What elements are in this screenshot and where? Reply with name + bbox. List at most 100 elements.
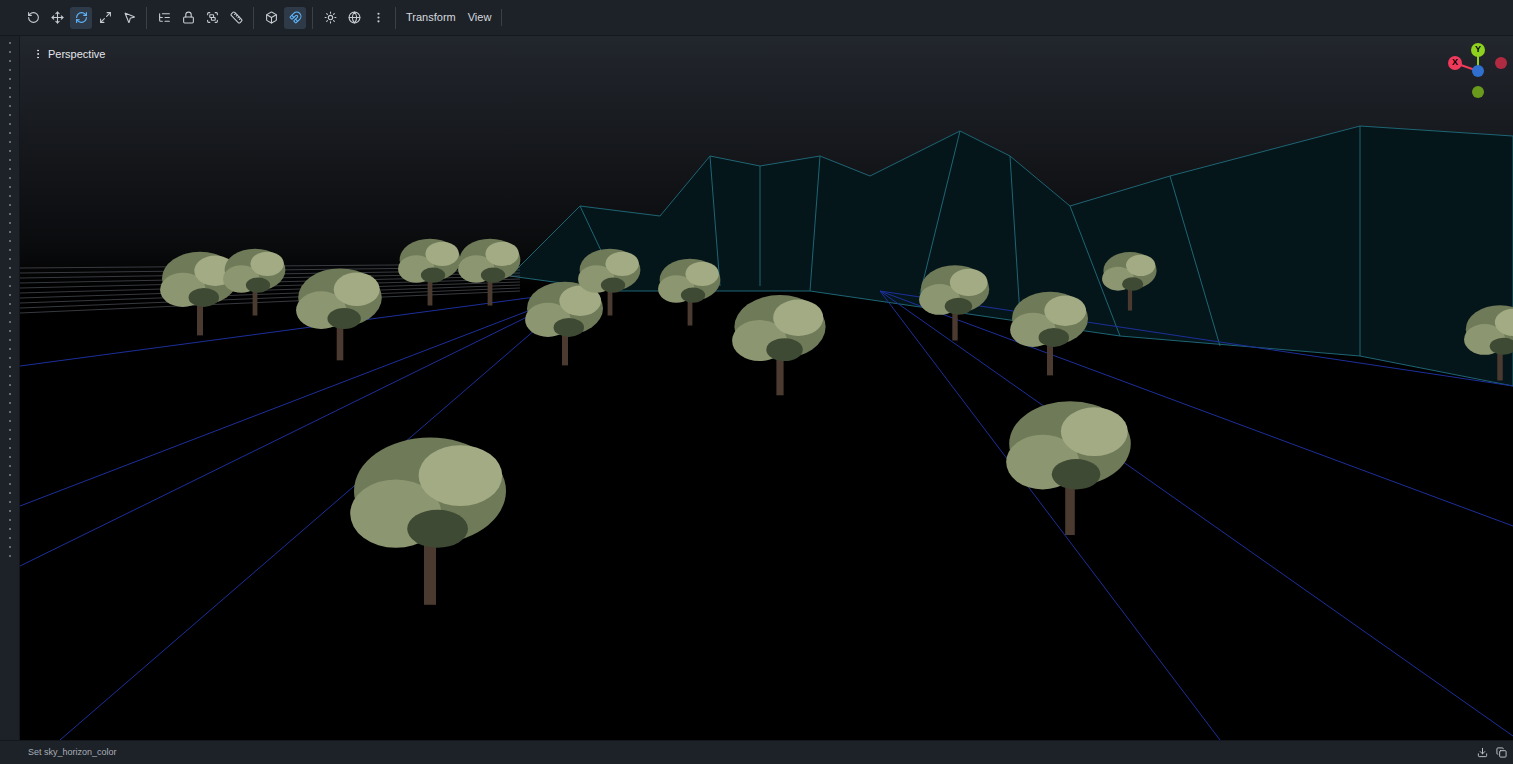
tree bbox=[1464, 305, 1513, 380]
strip-dot bbox=[9, 177, 11, 179]
strip-dot bbox=[9, 294, 11, 296]
strip-dot bbox=[9, 411, 11, 413]
strip-dot bbox=[9, 114, 11, 116]
strip-dot bbox=[9, 69, 11, 71]
strip-dot bbox=[9, 258, 11, 260]
strip-dot bbox=[9, 312, 11, 314]
tree bbox=[658, 259, 720, 326]
strip-dot bbox=[9, 87, 11, 89]
strip-dot bbox=[9, 42, 11, 44]
left-dock-strip bbox=[0, 36, 20, 740]
strip-dot bbox=[9, 60, 11, 62]
tool-icon bbox=[99, 11, 112, 24]
toolbar-group bbox=[22, 7, 147, 29]
tree bbox=[732, 295, 825, 395]
tool-button[interactable] bbox=[367, 7, 389, 29]
strip-dot bbox=[9, 339, 11, 341]
strip-dot bbox=[9, 348, 11, 350]
strip-dot bbox=[9, 186, 11, 188]
strip-dot bbox=[9, 249, 11, 251]
strip-dot bbox=[9, 438, 11, 440]
tool-button[interactable] bbox=[260, 7, 282, 29]
toolbar-group bbox=[153, 7, 254, 29]
strip-dot bbox=[9, 447, 11, 449]
toolbar-group bbox=[319, 7, 396, 29]
tool-icon bbox=[158, 11, 171, 24]
tree bbox=[1010, 292, 1088, 376]
scene-view bbox=[20, 36, 1513, 740]
tool-icon bbox=[75, 11, 88, 24]
strip-dot bbox=[9, 528, 11, 530]
strip-dot bbox=[9, 519, 11, 521]
menu-button[interactable]: Transform bbox=[402, 9, 460, 26]
strip-dot bbox=[9, 537, 11, 539]
strip-dot bbox=[9, 285, 11, 287]
tree bbox=[296, 268, 382, 360]
tree bbox=[578, 249, 640, 316]
tool-icon bbox=[206, 11, 219, 24]
strip-dot bbox=[9, 321, 11, 323]
tool-button[interactable] bbox=[177, 7, 199, 29]
menu-group: TransformView bbox=[402, 9, 502, 26]
tool-button[interactable] bbox=[94, 7, 116, 29]
strip-dot bbox=[9, 546, 11, 548]
toolbar: TransformView bbox=[0, 0, 1513, 36]
tool-button[interactable] bbox=[225, 7, 247, 29]
output-panel: Set sky_horizon_color bbox=[0, 740, 1513, 764]
strip-dot bbox=[9, 132, 11, 134]
toolbar-group bbox=[260, 7, 313, 29]
strip-dot bbox=[9, 123, 11, 125]
tool-button[interactable] bbox=[70, 7, 92, 29]
strip-dot bbox=[9, 213, 11, 215]
strip-dot bbox=[9, 456, 11, 458]
strip-dot bbox=[9, 240, 11, 242]
tree bbox=[1102, 252, 1157, 311]
strip-dot bbox=[9, 222, 11, 224]
strip-dot bbox=[9, 492, 11, 494]
tool-button[interactable] bbox=[201, 7, 223, 29]
tool-button[interactable] bbox=[343, 7, 365, 29]
tool-icon bbox=[27, 11, 40, 24]
tool-icon bbox=[348, 11, 361, 24]
strip-dot bbox=[9, 375, 11, 377]
tool-icon bbox=[372, 11, 385, 24]
tool-button[interactable] bbox=[153, 7, 175, 29]
strip-dot bbox=[9, 474, 11, 476]
tree bbox=[350, 438, 506, 605]
viewport-label[interactable]: Perspective bbox=[32, 46, 105, 63]
copy-icon[interactable] bbox=[1496, 747, 1507, 758]
tool-icon bbox=[51, 11, 64, 24]
tool-icon bbox=[182, 11, 195, 24]
tree bbox=[1006, 401, 1131, 535]
strip-dot bbox=[9, 159, 11, 161]
strip-dot bbox=[9, 150, 11, 152]
strip-dot bbox=[9, 78, 11, 80]
strip-dot bbox=[9, 303, 11, 305]
strip-dot bbox=[9, 384, 11, 386]
tool-button[interactable] bbox=[319, 7, 341, 29]
strip-dot bbox=[9, 168, 11, 170]
viewport[interactable]: Perspective YX bbox=[20, 36, 1513, 740]
download-icon[interactable] bbox=[1477, 747, 1488, 758]
axis-gizmo[interactable]: YX bbox=[1447, 42, 1509, 100]
strip-dot bbox=[9, 483, 11, 485]
tree bbox=[398, 239, 460, 306]
tree bbox=[919, 265, 989, 340]
strip-dot bbox=[9, 465, 11, 467]
tree bbox=[525, 282, 603, 366]
strip-dot bbox=[9, 51, 11, 53]
strip-dot bbox=[9, 429, 11, 431]
tool-button[interactable] bbox=[46, 7, 68, 29]
strip-dot bbox=[9, 105, 11, 107]
tool-icon bbox=[123, 11, 136, 24]
strip-dot bbox=[9, 195, 11, 197]
gizmo-x[interactable]: X bbox=[1448, 56, 1462, 70]
tool-button[interactable] bbox=[22, 7, 44, 29]
menu-button[interactable]: View bbox=[464, 9, 496, 26]
tool-button[interactable] bbox=[118, 7, 140, 29]
strip-dot bbox=[9, 510, 11, 512]
gizmo-y[interactable]: Y bbox=[1471, 43, 1485, 57]
output-line: Set sky_horizon_color bbox=[28, 747, 117, 758]
strip-dot bbox=[9, 96, 11, 98]
tool-button[interactable] bbox=[284, 7, 306, 29]
